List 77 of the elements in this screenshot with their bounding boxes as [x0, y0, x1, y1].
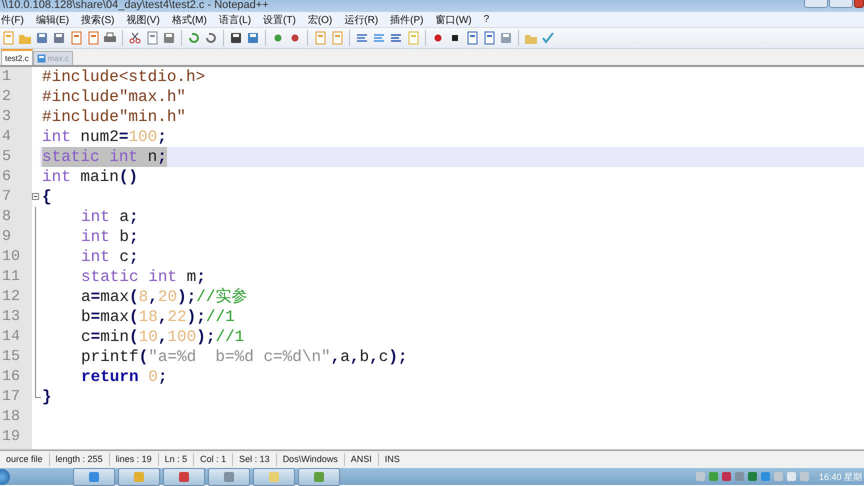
taskbar-button[interactable] — [118, 468, 160, 486]
status-field: Dos\Windows — [276, 453, 345, 466]
menu-item[interactable]: 搜索(S) — [81, 12, 114, 26]
clock: 16:40 星期 — [818, 470, 862, 482]
menu-item[interactable]: 格式(M) — [172, 12, 207, 26]
code-line: return 0; — [80, 367, 168, 387]
line-number: 3 — [1, 107, 12, 127]
code-line: { — [42, 187, 52, 207]
taskbar-button[interactable] — [73, 468, 115, 486]
status-field: Ln : 5 — [158, 453, 194, 466]
line-number: 4 — [1, 127, 12, 147]
line-number: 11 — [1, 267, 22, 287]
line-number: 18 — [1, 407, 22, 427]
status-field: Sel : 13 — [233, 453, 277, 466]
taskbar-button[interactable] — [253, 468, 295, 486]
taskbar-button[interactable] — [298, 468, 340, 486]
code-line: printf("a=%d b=%d c=%d\n",a,b,c); — [80, 347, 408, 367]
minimize-button[interactable] — [804, 0, 828, 8]
redo-icon[interactable] — [204, 31, 218, 45]
code-line: #include"min.h" — [42, 107, 186, 127]
menu-item[interactable]: 视图(V) — [126, 12, 160, 26]
taskbar-button[interactable] — [163, 468, 205, 486]
printer-icon[interactable] — [103, 31, 117, 45]
menu-item[interactable]: 插件(P) — [390, 12, 424, 26]
menu-item[interactable]: 语言(L) — [218, 12, 252, 26]
window-title: \\10.0.108.128\share\04_day\test4\test2.c - Notepad++ — [1, 0, 269, 11]
fold-toggle-icon[interactable] — [32, 193, 39, 200]
status-field: Col : 1 — [194, 453, 234, 466]
line-number: 10 — [1, 247, 22, 267]
status-field: ource file — [0, 453, 50, 466]
line-number: 1 — [1, 67, 12, 87]
menu-item[interactable]: ? — [484, 14, 490, 25]
code-line: } — [42, 387, 52, 407]
code-line: #include"max.h" — [42, 87, 186, 107]
code-line: #include<stdio.h> — [42, 67, 206, 87]
status-field: lines : 19 — [110, 453, 159, 466]
code-line: int main() — [42, 167, 138, 187]
line-number: 12 — [1, 287, 22, 307]
menu-item[interactable]: 运行(R) — [344, 12, 378, 26]
menu-item[interactable]: 件(F) — [1, 12, 24, 26]
menu-item[interactable]: 宏(O) — [308, 12, 332, 26]
document-icon[interactable] — [1, 31, 15, 45]
line-number: 9 — [1, 227, 12, 247]
menu-item[interactable]: 设置(T) — [263, 12, 296, 26]
status-field: ANSI — [344, 453, 379, 466]
undo-icon[interactable] — [187, 31, 201, 45]
line-number: 13 — [1, 307, 22, 327]
code-line: int num2=100; — [42, 127, 167, 147]
menu-item[interactable]: 窗口(W) — [436, 12, 472, 26]
line-number: 8 — [1, 207, 12, 227]
line-number: 15 — [1, 347, 22, 367]
line-number: 6 — [1, 167, 12, 187]
taskbar-button[interactable] — [208, 468, 250, 486]
line-number: 19 — [1, 427, 22, 447]
line-number: 14 — [1, 327, 22, 347]
line-number: 5 — [1, 147, 12, 167]
line-number: 7 — [1, 187, 12, 207]
file-icon — [36, 54, 46, 63]
close-button[interactable] — [854, 0, 864, 8]
code-line: int b; — [80, 227, 139, 247]
status-field: length : 255 — [50, 453, 110, 466]
status-field: INS — [378, 453, 406, 466]
line-number: 2 — [1, 87, 12, 107]
code-line: int a; — [80, 207, 139, 227]
line-number: 17 — [1, 387, 22, 407]
line-number: 16 — [1, 367, 22, 387]
code-line: a=max(8,20);//实参 — [80, 287, 248, 307]
code-line: static int m; — [80, 267, 206, 287]
code-line: c=min(10,100);//1 — [80, 327, 244, 347]
code-line: int c; — [80, 247, 139, 267]
code-line: b=max(18,22);//1 — [80, 307, 235, 327]
file-tab[interactable]: test2.c — [1, 49, 33, 65]
maximize-button[interactable] — [829, 0, 853, 8]
spellcheck-icon[interactable] — [541, 31, 555, 45]
scissors-icon[interactable] — [128, 31, 142, 45]
menu-item[interactable]: 编辑(E) — [36, 12, 70, 26]
document-icon[interactable] — [69, 31, 83, 45]
